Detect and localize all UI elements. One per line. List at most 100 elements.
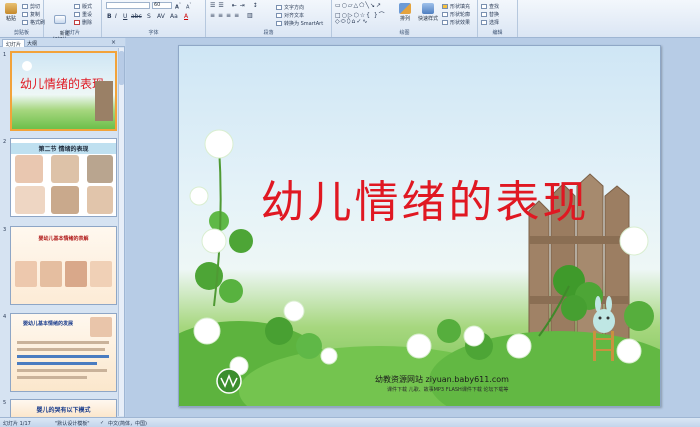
char-spacing-button[interactable]: AV bbox=[157, 13, 165, 20]
spell-check-icon[interactable]: ✓ bbox=[100, 420, 104, 426]
thumbnail-photo bbox=[15, 186, 45, 214]
shapes-gallery-row3[interactable]: ◇⬭⬯⌂✓∿ bbox=[335, 18, 368, 26]
thumbnail-title: 婴幼儿基本情绪的表解 bbox=[38, 236, 89, 242]
find-icon bbox=[481, 4, 487, 9]
slide-canvas[interactable]: 幼儿情绪的表现 幼教资源网站 ziyuan.baby611.com 课件下载 儿… bbox=[178, 45, 661, 407]
paragraph-group: ☰☰ ⇤⇥ ↕ ≡≡≡≡ ▥ 文字方向 对齐文本 转换为 SmartArt 段落 bbox=[206, 0, 332, 37]
quick-styles-label: 快速样式 bbox=[417, 16, 438, 22]
drawing-group-label: 绘图 bbox=[399, 30, 410, 36]
cut-label: 剪切 bbox=[30, 4, 41, 10]
layout-button[interactable]: 版式 bbox=[74, 3, 92, 10]
copy-icon bbox=[22, 12, 28, 17]
thumbnail-text-line bbox=[17, 348, 105, 351]
shape-effects-button[interactable]: 形状效果 bbox=[442, 19, 470, 26]
thumbnail-title: 婴幼儿基本情绪的发展 bbox=[23, 321, 74, 327]
cut-icon bbox=[22, 4, 28, 9]
close-panel-icon[interactable]: × bbox=[111, 39, 116, 46]
shape-fill-button[interactable]: 形状填充 bbox=[442, 3, 470, 10]
scrollbar-thumb[interactable] bbox=[119, 51, 124, 85]
align-text-icon bbox=[276, 13, 282, 18]
slides-group-label: 幻灯片 bbox=[64, 30, 80, 36]
format-painter-label: 格式刷 bbox=[30, 20, 46, 26]
delete-label: 删除 bbox=[82, 20, 93, 26]
list-buttons[interactable]: ☰☰ ⇤⇥ ↕ bbox=[210, 2, 261, 9]
slide-thumbnail-1[interactable]: 幼儿情绪的表现 bbox=[10, 51, 117, 131]
paragraph-group-label: 段落 bbox=[263, 30, 274, 36]
replace-button[interactable]: 替换 bbox=[481, 11, 499, 18]
slide-thumbnail-5[interactable]: 婴儿的哭有以下模式 bbox=[10, 399, 117, 417]
slide-count: 幻灯片 1/17 bbox=[3, 421, 31, 427]
arrange-label: 排列 bbox=[399, 16, 410, 22]
thumbnail-number: 2 bbox=[3, 139, 7, 145]
ribbon: 粘贴 剪切 复制 格式刷 剪贴板 新建 幻灯片 版式 重设 删除 幻灯片 60 … bbox=[0, 0, 700, 43]
thumbnail-number: 4 bbox=[3, 314, 7, 320]
underline-button[interactable]: U bbox=[123, 13, 127, 20]
font-color-button[interactable]: A bbox=[184, 13, 188, 20]
delete-icon bbox=[74, 20, 80, 25]
paste-button[interactable]: 粘贴 bbox=[2, 3, 20, 23]
shape-fill-label: 形状填充 bbox=[450, 4, 471, 10]
grow-font-button[interactable]: A˄ bbox=[175, 2, 181, 11]
copy-button[interactable]: 复制 bbox=[22, 11, 40, 18]
find-label: 查找 bbox=[489, 4, 500, 10]
tab-outline-label: 大纲 bbox=[27, 41, 38, 47]
thumbnail-number: 5 bbox=[3, 400, 7, 406]
font-name-box[interactable] bbox=[106, 2, 150, 9]
thumbnail-photo bbox=[40, 261, 62, 287]
thumbnail-photo bbox=[51, 186, 79, 214]
bold-button[interactable]: B bbox=[107, 13, 112, 20]
arrange-button[interactable]: 排列 bbox=[396, 3, 414, 23]
align-text-button[interactable]: 对齐文本 bbox=[276, 12, 304, 19]
find-button[interactable]: 查找 bbox=[481, 3, 499, 10]
shapes-gallery[interactable]: ▭○▱△⬠╲↘↗ bbox=[335, 2, 382, 9]
shadow-button[interactable]: S bbox=[147, 13, 151, 20]
footer-links: 课件下载 儿歌、故事MP3 FLASH课件下载 论坛下载等 bbox=[387, 387, 509, 393]
shrink-font-button[interactable]: A˅ bbox=[186, 2, 192, 11]
shape-effects-icon bbox=[442, 20, 448, 25]
slide-editor: 幼儿情绪的表现 幼教资源网站 ziyuan.baby611.com 课件下载 儿… bbox=[126, 38, 700, 417]
shape-outline-icon bbox=[442, 12, 448, 17]
language-status[interactable]: 中文(简体，中国) bbox=[108, 420, 147, 427]
thumbnail-text-line bbox=[17, 376, 87, 379]
italic-button[interactable]: I bbox=[115, 13, 117, 20]
clipboard-group: 粘贴 剪切 复制 格式刷 剪贴板 bbox=[0, 0, 45, 37]
change-case-button[interactable]: Aa bbox=[170, 13, 178, 20]
text-direction-button[interactable]: 文字方向 bbox=[276, 4, 304, 11]
cut-button[interactable]: 剪切 bbox=[22, 3, 40, 10]
reset-icon bbox=[74, 12, 80, 17]
quick-styles-button[interactable]: 快速样式 bbox=[416, 3, 440, 23]
new-slide-icon bbox=[54, 15, 66, 24]
font-size-box[interactable]: 60 bbox=[152, 2, 172, 9]
thumbnail-photo bbox=[15, 261, 37, 287]
drawing-group: ▭○▱△⬠╲↘↗ □○▷⬡☆{ }⌒ ◇⬭⬯⌂✓∿ 排列 快速样式 形状填充 形… bbox=[332, 0, 478, 37]
select-button[interactable]: 选择 bbox=[481, 19, 499, 26]
new-slide-button[interactable]: 新建 幻灯片 bbox=[50, 3, 70, 43]
font-group: 60 A˄ A˅ B I U abc S AV Aa A 字体 bbox=[102, 0, 206, 37]
shape-outline-button[interactable]: 形状轮廓 bbox=[442, 11, 470, 18]
thumbnail-number: 3 bbox=[3, 227, 7, 233]
slide-thumbnail-2[interactable]: 第二节 情绪的表现 bbox=[10, 138, 117, 217]
thumbnail-text-line bbox=[17, 362, 97, 365]
slide-thumbnail-4[interactable]: 婴幼儿基本情绪的发展 bbox=[10, 313, 117, 392]
thumbnail-text-line bbox=[17, 355, 109, 358]
align-buttons[interactable]: ≡≡≡≡ ▥ bbox=[210, 12, 256, 19]
strikethrough-button[interactable]: abc bbox=[131, 13, 142, 20]
reset-button[interactable]: 重设 bbox=[74, 11, 92, 18]
layout-icon bbox=[74, 4, 80, 9]
thumbnail-title: 幼儿情绪的表现 bbox=[20, 77, 105, 91]
slide-thumbnail-3[interactable]: 婴幼儿基本情绪的表解 bbox=[10, 226, 117, 305]
tab-outline[interactable]: 大纲 bbox=[24, 39, 40, 47]
slide-title[interactable]: 幼儿情绪的表现 bbox=[235, 166, 615, 230]
convert-smartart-button[interactable]: 转换为 SmartArt bbox=[276, 20, 323, 27]
panel-scrollbar[interactable] bbox=[118, 48, 124, 416]
delete-button[interactable]: 删除 bbox=[74, 19, 92, 26]
theme-name: "默认设计模板" bbox=[55, 421, 90, 427]
thumbnail-text-line bbox=[17, 341, 109, 344]
panel-tabs: 幻灯片 大纲 × bbox=[0, 38, 125, 48]
clipboard-group-label: 剪贴板 bbox=[13, 30, 29, 36]
thumbnail-photo bbox=[87, 186, 113, 214]
replace-label: 替换 bbox=[489, 12, 500, 18]
tab-slides[interactable]: 幻灯片 bbox=[2, 39, 26, 48]
format-painter-button[interactable]: 格式刷 bbox=[22, 19, 45, 26]
quick-styles-icon bbox=[422, 3, 434, 14]
